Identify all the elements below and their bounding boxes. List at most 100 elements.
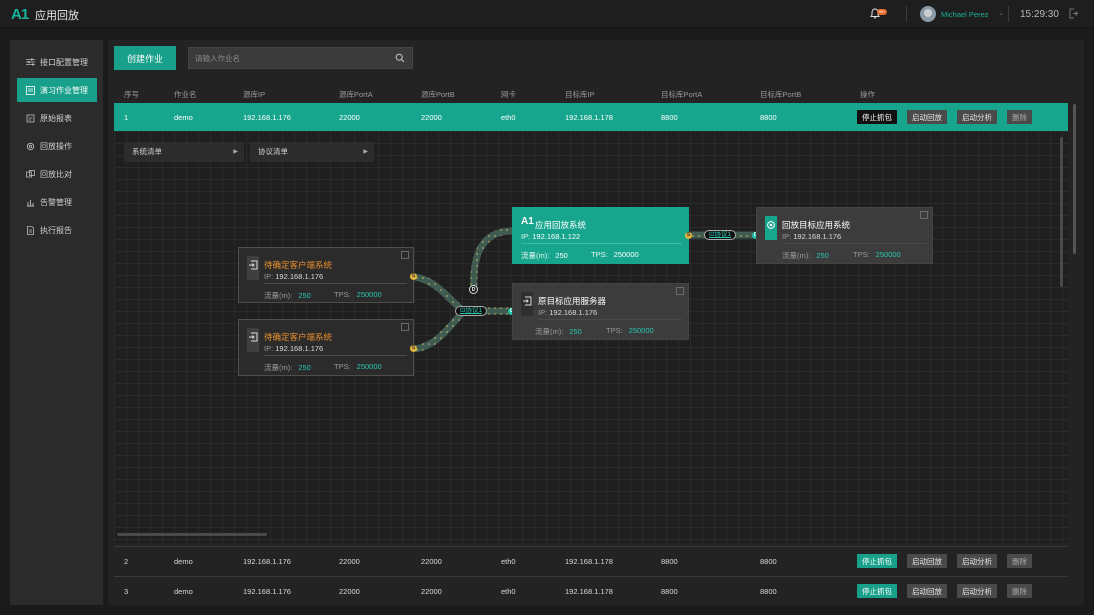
canvas-vertical-scrollbar[interactable] bbox=[1060, 137, 1063, 287]
node-title: 回放目标应用系统 bbox=[782, 220, 851, 230]
flow-label: 流量(m): bbox=[782, 251, 811, 260]
client-system-node[interactable]: 待确定客户端系统 IP: 192.168.1.176 流量(m): 250 TPS… bbox=[238, 247, 414, 303]
replay-target-node[interactable]: 回放目标应用系统 IP: 192.168.1.176 流量(m): 250 TPS… bbox=[756, 207, 933, 264]
flow-label: 流量(m): bbox=[521, 251, 550, 260]
search-input[interactable] bbox=[195, 52, 385, 65]
ip-value: 192.168.1.176 bbox=[275, 272, 324, 281]
start-analysis-button[interactable]: 启动分析 bbox=[957, 110, 997, 124]
start-replay-button[interactable]: 启动回放 bbox=[907, 584, 947, 598]
node-tps: TPS: 250000 bbox=[334, 290, 382, 299]
protocol-label: 协议1 bbox=[714, 231, 732, 238]
protocol-link-label[interactable]: ⊡协议1 bbox=[455, 306, 488, 316]
column-header: 目标库PortB bbox=[760, 90, 802, 99]
cell-port-a: 22000 bbox=[339, 557, 360, 566]
avatar[interactable] bbox=[920, 6, 936, 22]
column-header: 操作 bbox=[860, 90, 875, 99]
start-replay-button[interactable]: 启动回放 bbox=[907, 110, 947, 124]
ip-label: IP: bbox=[264, 344, 274, 353]
origin-server-node[interactable]: 原目标应用服务器 IP: 192.168.1.176 流量(m): 250 TPS… bbox=[512, 283, 689, 340]
ip-value: 192.168.1.176 bbox=[549, 308, 598, 317]
cell-port-b: 22000 bbox=[421, 557, 442, 566]
cell-dst-port-b: 8800 bbox=[760, 113, 777, 122]
cell-dst-ip: 192.168.1.178 bbox=[565, 557, 613, 566]
create-job-button[interactable]: 创建作业 bbox=[114, 46, 176, 70]
protocol-link-label[interactable]: ⊡协议1 bbox=[704, 230, 737, 240]
sidebar-item-label: 回放比对 bbox=[40, 169, 72, 179]
chevron-down-icon[interactable]: ⌄ bbox=[998, 9, 1004, 17]
replay-system-node[interactable]: A1 应用回放系统 IP: 192.168.1.122 流量(m): 250 TP… bbox=[512, 207, 689, 264]
login-icon bbox=[523, 296, 532, 306]
node-ip: IP: 192.168.1.176 bbox=[538, 308, 597, 317]
client-system-node[interactable]: 待确定客户端系统 IP: 192.168.1.176 流量(m): 250 TPS… bbox=[238, 319, 414, 376]
node-ip: IP: 192.168.1.176 bbox=[264, 272, 323, 281]
clock: 15:29:30 bbox=[1020, 9, 1059, 20]
distribution-dot[interactable]: D bbox=[469, 285, 478, 294]
edit-icon[interactable] bbox=[401, 323, 409, 331]
user-name[interactable]: Michael Perez bbox=[941, 10, 989, 19]
divider bbox=[264, 283, 407, 284]
delete-button[interactable]: 删除 bbox=[1007, 584, 1032, 598]
topology-canvas[interactable]: 系统清单 ▶ 协议清单 ▶ 待确定客户端系统 IP: 192.168.1.176 流… bbox=[114, 131, 1068, 543]
sidebar-item-raw-report[interactable]: 原始报表 bbox=[17, 106, 97, 130]
vertical-scrollbar[interactable] bbox=[1073, 104, 1076, 254]
sidebar-item-drill-jobs[interactable]: 演习作业管理 bbox=[17, 78, 97, 102]
cell-no: 1 bbox=[124, 113, 129, 122]
source-port-dot[interactable]: S bbox=[685, 232, 692, 239]
node-title: 待确定客户端系统 bbox=[264, 332, 333, 342]
start-replay-button[interactable]: 启动回放 bbox=[907, 554, 947, 568]
node-flow: 流量(m): 250 bbox=[535, 326, 582, 337]
search-icon[interactable] bbox=[395, 53, 405, 63]
node-tps: TPS: 250000 bbox=[334, 362, 382, 371]
logout-icon[interactable] bbox=[1069, 8, 1078, 19]
table-row[interactable]: 1 demo 192.168.1.176 22000 22000 eth0 19… bbox=[114, 103, 1068, 131]
source-port-dot[interactable]: S bbox=[410, 273, 417, 280]
node-tps: TPS: 250000 bbox=[606, 326, 654, 335]
alarm-icon bbox=[25, 197, 35, 207]
sidebar-item-alarm-mgmt[interactable]: 告警管理 bbox=[17, 190, 97, 214]
start-analysis-button[interactable]: 启动分析 bbox=[957, 584, 997, 598]
sidebar-item-interface-config[interactable]: 接口配置管理 bbox=[17, 50, 97, 74]
sidebar-item-exec-report[interactable]: 执行报告 bbox=[17, 218, 97, 242]
divider bbox=[264, 355, 407, 356]
delete-button[interactable]: 删除 bbox=[1007, 110, 1032, 124]
cell-dst-port-a: 8800 bbox=[661, 587, 678, 596]
table-header: 序号 作业名 源库IP 源库PortA 源库PortB 网卡 目标库IP 目标库… bbox=[114, 84, 1074, 102]
delete-button[interactable]: 删除 bbox=[1007, 554, 1032, 568]
column-header: 序号 bbox=[124, 90, 139, 99]
edit-icon[interactable] bbox=[676, 287, 684, 295]
gear-icon bbox=[25, 141, 35, 151]
report-icon bbox=[25, 113, 35, 123]
sidebar-item-label: 演习作业管理 bbox=[40, 85, 88, 95]
ip-label: IP: bbox=[782, 232, 792, 241]
stop-capture-button[interactable]: 停止抓包 bbox=[857, 584, 897, 598]
node-ip: IP: 192.168.1.176 bbox=[264, 344, 323, 353]
column-header: 源库PortA bbox=[339, 90, 373, 99]
table-row[interactable]: 2 demo 192.168.1.176 22000 22000 eth0 19… bbox=[114, 546, 1068, 574]
stop-capture-button[interactable]: 停止抓包 bbox=[857, 110, 897, 124]
edit-icon[interactable] bbox=[920, 211, 928, 219]
ip-label: IP: bbox=[264, 272, 274, 281]
cell-dst-port-b: 8800 bbox=[760, 557, 777, 566]
sidebar-item-replay-ops[interactable]: 回放操作 bbox=[17, 134, 97, 158]
canvas-horizontal-scrollbar[interactable] bbox=[117, 533, 267, 536]
system-list-dropdown[interactable]: 系统清单 ▶ bbox=[124, 142, 244, 162]
protocol-list-dropdown[interactable]: 协议清单 ▶ bbox=[250, 142, 374, 162]
login-icon bbox=[249, 332, 258, 342]
start-analysis-button[interactable]: 启动分析 bbox=[957, 554, 997, 568]
dropdown-label: 协议清单 bbox=[258, 147, 288, 156]
source-port-dot[interactable]: S bbox=[410, 345, 417, 352]
ip-label: IP: bbox=[521, 232, 531, 241]
node-title: 待确定客户端系统 bbox=[264, 260, 333, 270]
stop-capture-button[interactable]: 停止抓包 bbox=[857, 554, 897, 568]
cell-dst-ip: 192.168.1.178 bbox=[565, 113, 613, 122]
chevron-right-icon: ▶ bbox=[233, 149, 238, 155]
table-row[interactable]: 3 demo 192.168.1.176 22000 22000 eth0 19… bbox=[114, 576, 1068, 604]
ip-label: IP: bbox=[538, 308, 548, 317]
edit-icon[interactable] bbox=[401, 251, 409, 259]
column-header: 目标库PortA bbox=[661, 90, 703, 99]
tps-value: 250000 bbox=[628, 326, 654, 335]
app-title: 应用回放 bbox=[35, 10, 79, 22]
node-flow: 流量(m): 250 bbox=[521, 250, 568, 261]
sidebar-item-replay-compare[interactable]: 回放比对 bbox=[17, 162, 97, 186]
cell-dst-port-a: 8800 bbox=[661, 113, 678, 122]
